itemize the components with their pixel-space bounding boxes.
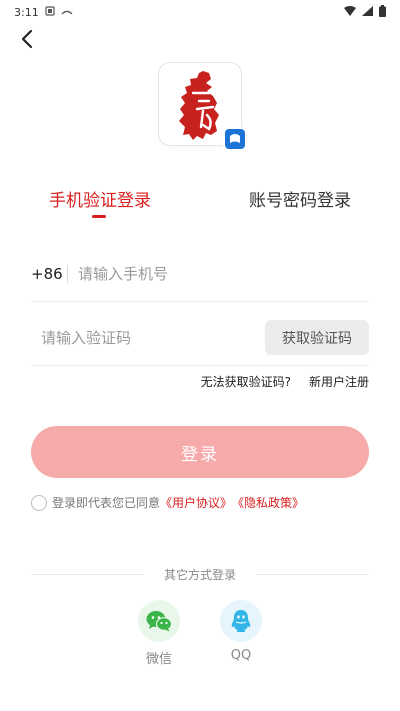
back-arrow-icon: [20, 29, 34, 53]
country-code[interactable]: +86: [31, 265, 65, 283]
app-logo: [158, 62, 247, 151]
wifi-icon: [344, 5, 356, 19]
qq-icon: [220, 600, 262, 642]
verify-code-row: 获取验证码: [31, 310, 369, 366]
login-button[interactable]: 登录: [31, 426, 369, 478]
status-time: 3:11: [14, 5, 39, 19]
battery-icon: [379, 4, 386, 20]
cannot-get-code-link[interactable]: 无法获取验证码?: [201, 373, 291, 390]
notification-icon: [45, 5, 55, 19]
status-bar: 3:11: [0, 0, 400, 24]
status-right: [344, 4, 386, 20]
tab-active-indicator: [92, 215, 106, 218]
tab-account-login[interactable]: 账号密码登录: [249, 186, 351, 211]
wechat-label: 微信: [145, 652, 172, 667]
agreement-text: 登录即代表您已同意: [52, 496, 161, 510]
divider: [67, 264, 68, 283]
logo-badge-icon: [223, 127, 247, 151]
phone-input[interactable]: [78, 264, 369, 283]
other-login-title: 其它方式登录: [164, 567, 237, 582]
qq-label: QQ: [230, 648, 252, 663]
agreement-row: 登录即代表您已同意 《用户协议》 《隐私政策》: [31, 494, 304, 511]
phone-row: +86: [31, 246, 369, 302]
qq-login-button[interactable]: QQ: [219, 600, 263, 663]
wechat-icon: [138, 600, 180, 642]
register-link[interactable]: 新用户注册: [309, 373, 369, 390]
verify-code-input[interactable]: [31, 328, 265, 347]
agreement-checkbox[interactable]: [31, 494, 47, 511]
signal-icon: [362, 5, 373, 19]
tab-phone-login[interactable]: 手机验证登录: [49, 186, 151, 211]
sim-icon: [61, 6, 73, 19]
links-row: 无法获取验证码? 新用户注册: [201, 373, 369, 390]
wechat-login-button[interactable]: 微信: [137, 600, 181, 667]
back-button[interactable]: [14, 28, 40, 54]
status-left: 3:11: [14, 6, 73, 19]
login-tabs: 手机验证登录 账号密码登录: [0, 186, 400, 226]
get-code-button[interactable]: 获取验证码: [265, 320, 369, 355]
other-login-divider: 其它方式登录: [31, 564, 370, 584]
user-agreement-link[interactable]: 《用户协议》: [160, 494, 232, 511]
privacy-policy-link[interactable]: 《隐私政策》: [232, 494, 304, 511]
